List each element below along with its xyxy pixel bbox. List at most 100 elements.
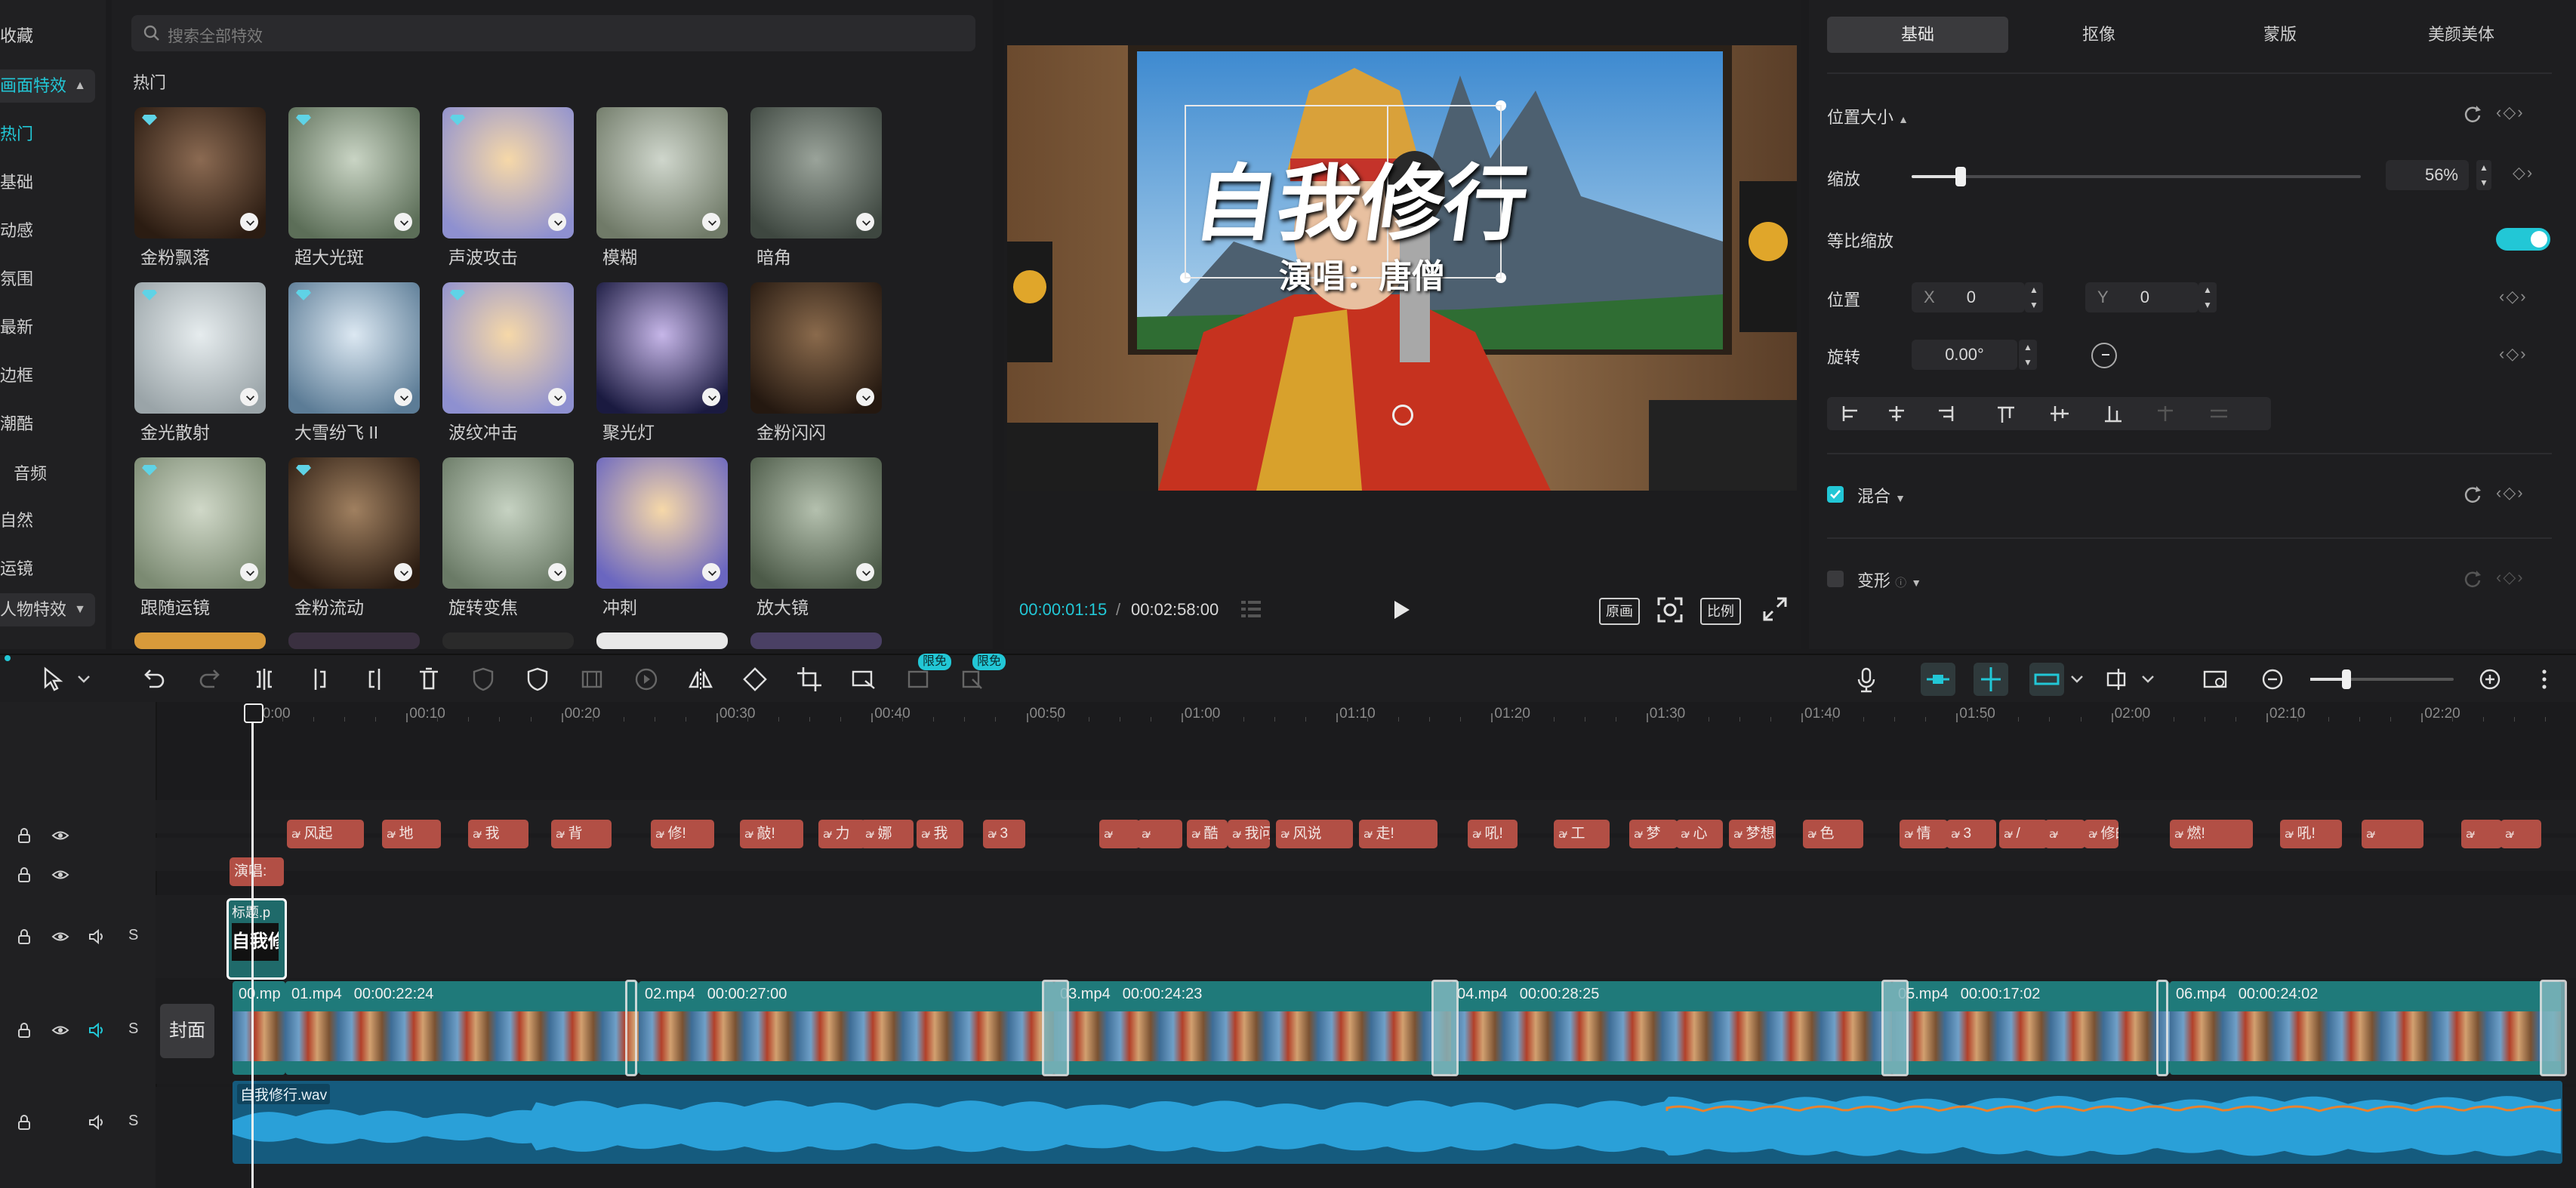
download-icon[interactable] (548, 388, 566, 406)
reset-icon[interactable] (2463, 485, 2482, 504)
keyframe-icon[interactable]: ◇› (2513, 163, 2534, 183)
download-icon[interactable] (856, 213, 874, 231)
tab-cutout[interactable]: 抠像 (2008, 17, 2189, 53)
preview-axis-icon[interactable] (2103, 664, 2134, 694)
effect-thumbnail[interactable] (596, 457, 728, 589)
keyframe-icon[interactable]: ‹◇› (2499, 287, 2528, 306)
category-border[interactable]: 边框 (0, 359, 98, 392)
speaker-icon[interactable] (88, 1022, 106, 1039)
lyric-clip[interactable]: ꜻ 吼! (1468, 820, 1518, 848)
reset-icon[interactable] (2463, 569, 2482, 589)
lyric-clip[interactable]: ꜻ 我 (917, 820, 963, 848)
solo-button[interactable]: S (128, 927, 138, 944)
lyric-clip[interactable]: ꜻ 敲! (740, 820, 803, 848)
effect-thumbnail[interactable] (442, 457, 574, 589)
lyric-clip[interactable]: ꜻ 我问 (1228, 820, 1270, 848)
subtitle-clip[interactable]: 演唱: (230, 857, 284, 886)
audio-clip[interactable]: 自我修行.wav (233, 1081, 2562, 1164)
lock-icon[interactable] (17, 928, 32, 945)
category-latest[interactable]: 最新 (0, 311, 98, 344)
alignment-icons[interactable] (1827, 397, 2271, 430)
download-icon[interactable] (394, 213, 412, 231)
lyric-clip[interactable]: ꜻ 燃! (2170, 820, 2253, 848)
effect-thumbnail[interactable] (596, 107, 728, 239)
cover-button[interactable]: 封面 (160, 1004, 214, 1058)
effect-thumbnail[interactable] (750, 282, 882, 414)
scale-stepper[interactable]: ▲ ▼ (2476, 160, 2491, 190)
video-clip[interactable]: 02.mp4 00:00:27:00 (639, 981, 1054, 1075)
video-clip[interactable]: 00.mp (233, 981, 285, 1075)
fullscreen-icon[interactable] (1762, 596, 1788, 622)
redo-icon[interactable] (195, 664, 225, 694)
download-icon[interactable] (548, 213, 566, 231)
category-visual-effects[interactable]: 画面特效 ▲ (0, 69, 95, 103)
grid-icon[interactable] (1241, 599, 1261, 619)
effect-thumbnail[interactable] (288, 282, 420, 414)
crop-icon[interactable] (794, 664, 824, 694)
category-favorites[interactable]: 收藏 (0, 20, 98, 53)
keyframe-icon[interactable]: ‹◇› (2496, 483, 2525, 503)
eye-icon[interactable] (51, 827, 69, 844)
effect-thumbnail[interactable] (750, 457, 882, 589)
video-clip[interactable]: 01.mp4 00:00:22:24 (285, 981, 639, 1075)
lock-icon[interactable] (17, 1022, 32, 1039)
tab-beauty[interactable]: 美颜美体 (2371, 17, 2552, 53)
playhead-handle[interactable] (244, 703, 263, 723)
solo-button[interactable]: S (128, 1113, 138, 1130)
video-clip[interactable]: 04.mp4 00:00:28:25 (1451, 981, 1892, 1075)
transition-marker[interactable] (1042, 980, 1069, 1076)
effect-thumbnail[interactable] (442, 107, 574, 239)
lyric-clip[interactable]: ꜻ 修的是 (2084, 820, 2118, 848)
download-icon[interactable] (240, 388, 258, 406)
section-position-size[interactable]: 位置大小 ▲ (1827, 104, 1909, 128)
chevron-down-icon[interactable] (2069, 664, 2085, 694)
effect-thumbnail[interactable] (134, 107, 266, 239)
reset-icon[interactable] (2463, 104, 2482, 124)
zoom-out-icon[interactable] (2257, 664, 2288, 694)
lyric-clip[interactable]: ꜻ 风起 (287, 820, 364, 848)
eye-icon[interactable] (51, 1022, 69, 1039)
lock-icon[interactable] (17, 1114, 32, 1131)
speaker-icon[interactable] (88, 928, 106, 945)
lyric-clip[interactable]: ꜻ 我 (468, 820, 528, 848)
lyric-clip[interactable]: ꜻ 情 (1900, 820, 1948, 848)
uniform-scale-toggle[interactable] (2496, 228, 2550, 251)
rotate-handle-icon[interactable] (1392, 405, 1413, 426)
zoom-slider-thumb[interactable] (2342, 669, 2351, 689)
tab-basic[interactable]: 基础 (1827, 17, 2008, 53)
effect-thumbnail[interactable] (442, 632, 574, 649)
aspect-ratio-button[interactable]: 比例 (1700, 598, 1741, 625)
zoom-in-icon[interactable] (2475, 664, 2505, 694)
rotation-input[interactable]: 0.00° (1912, 340, 2017, 370)
rotation-stepper[interactable]: ▲ ▼ (2019, 340, 2037, 370)
download-icon[interactable] (856, 563, 874, 581)
lyric-clip[interactable]: ꜻ 心 (1676, 820, 1723, 848)
lyric-clip[interactable]: ꜻ 色 (1803, 820, 1863, 848)
microphone-icon[interactable] (1851, 664, 1881, 694)
shield-outline-icon[interactable] (468, 664, 498, 694)
download-icon[interactable] (394, 388, 412, 406)
y-stepper[interactable]: ▲ ▼ (2199, 282, 2217, 312)
rotation-dial-icon[interactable] (2091, 343, 2117, 368)
lyric-clip[interactable]: ꜻ 3 (983, 820, 1025, 848)
scale-input[interactable]: 56% (2386, 160, 2469, 190)
download-icon[interactable] (856, 388, 874, 406)
lyric-clip[interactable]: ꜻ (2044, 820, 2085, 848)
lyric-clip[interactable]: ꜻ (1099, 820, 1140, 848)
video-preview[interactable]: 自我修行 演唱：唐僧 (1007, 45, 1797, 491)
search-input[interactable]: 搜索全部特效 (131, 15, 975, 51)
title-text-clip[interactable]: 标题.p 自我修 (226, 898, 287, 980)
effect-thumbnail[interactable] (750, 632, 882, 649)
keyframe-icon[interactable]: ‹◇› (2496, 103, 2525, 122)
effect-thumbnail[interactable] (596, 632, 728, 649)
main-track-magnet-toggle[interactable] (1921, 663, 1955, 696)
transition-marker[interactable] (1881, 980, 1909, 1076)
blend-section[interactable]: 混合 ▼ (1857, 483, 1906, 507)
effect-thumbnail[interactable] (288, 632, 420, 649)
download-icon[interactable] (702, 388, 720, 406)
lyric-clip[interactable]: ꜻ 梦想 (1729, 820, 1776, 848)
effect-thumbnail[interactable] (134, 282, 266, 414)
transition-marker[interactable] (1431, 980, 1459, 1076)
category-trendy[interactable]: 潮酷 (0, 408, 98, 441)
more-options-icon[interactable] (2529, 664, 2559, 694)
